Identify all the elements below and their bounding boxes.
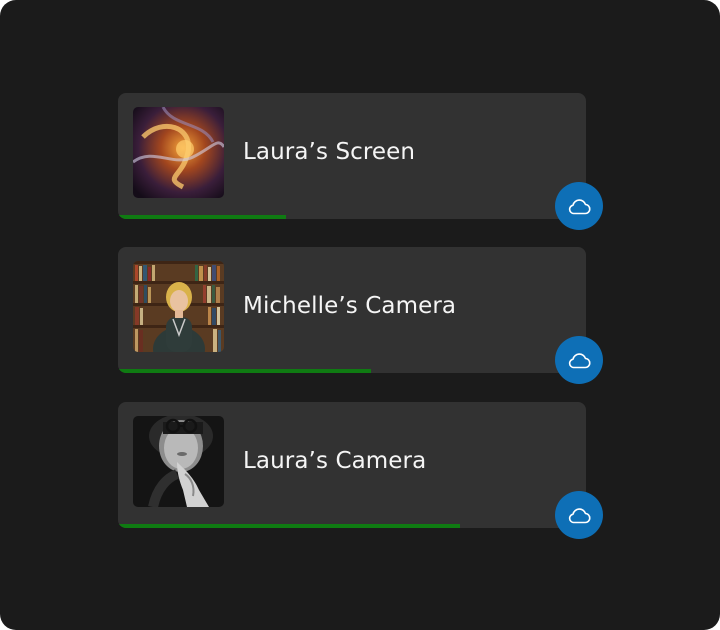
cloud-upload-button[interactable] bbox=[555, 182, 603, 230]
thumbnail-bw-portrait bbox=[133, 416, 224, 507]
upload-progress-track bbox=[118, 369, 586, 373]
source-card-michelle-camera[interactable]: Michelle’s Camera bbox=[118, 247, 603, 384]
cloud-upload-button[interactable] bbox=[555, 491, 603, 539]
source-card-laura-screen[interactable]: Laura’s Screen bbox=[118, 93, 603, 230]
upload-progress-bar bbox=[118, 369, 371, 373]
upload-progress-bar bbox=[118, 524, 460, 528]
cloud-icon bbox=[568, 199, 591, 215]
cloud-upload-button[interactable] bbox=[555, 336, 603, 384]
source-label: Laura’s Camera bbox=[243, 448, 427, 474]
thumbnail-abstract-smoke bbox=[133, 107, 224, 198]
upload-progress-bar bbox=[118, 215, 287, 219]
source-card-laura-camera[interactable]: Laura’s Camera bbox=[118, 402, 603, 539]
cloud-icon bbox=[568, 508, 591, 524]
sources-panel: Laura’s Screen Michelle’s Camera Laura’s… bbox=[0, 0, 720, 630]
upload-progress-track bbox=[118, 215, 586, 219]
upload-progress-track bbox=[118, 524, 586, 528]
thumbnail-woman-library bbox=[133, 261, 224, 352]
source-label: Michelle’s Camera bbox=[243, 293, 457, 319]
cloud-icon bbox=[568, 353, 591, 369]
source-label: Laura’s Screen bbox=[243, 139, 416, 165]
